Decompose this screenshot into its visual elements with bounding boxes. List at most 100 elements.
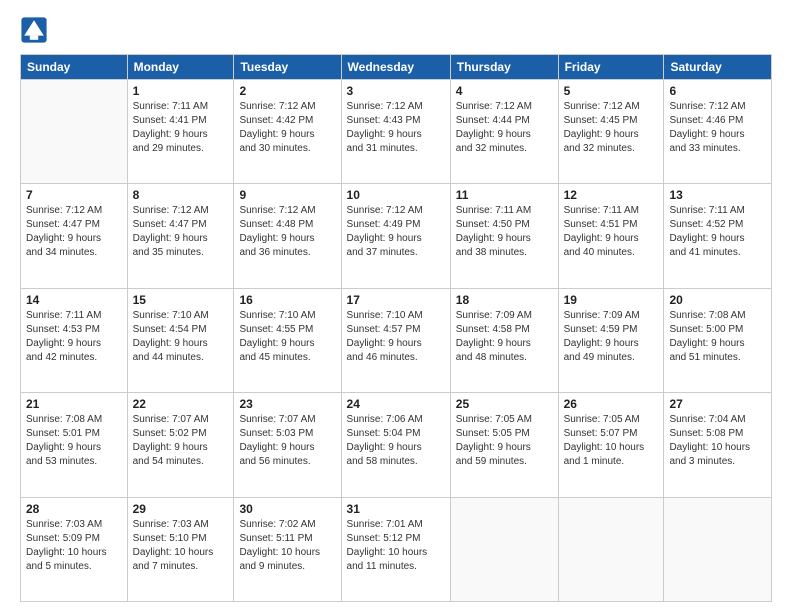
calendar-cell <box>450 497 558 601</box>
calendar-table: SundayMondayTuesdayWednesdayThursdayFrid… <box>20 54 772 602</box>
calendar-cell: 18 Sunrise: 7:09 AM Sunset: 4:58 PM Dayli… <box>450 288 558 392</box>
calendar-cell: 6 Sunrise: 7:12 AM Sunset: 4:46 PM Daylig… <box>664 80 772 184</box>
calendar-cell: 20 Sunrise: 7:08 AM Sunset: 5:00 PM Dayli… <box>664 288 772 392</box>
cell-info-text: Sunrise: 7:11 AM Sunset: 4:51 PM Dayligh… <box>564 204 659 260</box>
cell-info-text: Sunrise: 7:12 AM Sunset: 4:47 PM Dayligh… <box>26 204 122 260</box>
cell-info-text: Sunrise: 7:03 AM Sunset: 5:10 PM Dayligh… <box>133 518 229 574</box>
calendar-cell: 8 Sunrise: 7:12 AM Sunset: 4:47 PM Daylig… <box>127 184 234 288</box>
cell-info-text: Sunrise: 7:11 AM Sunset: 4:53 PM Dayligh… <box>26 309 122 365</box>
cell-day-number: 21 <box>26 397 122 411</box>
cell-day-number: 12 <box>564 188 659 202</box>
cell-info-text: Sunrise: 7:05 AM Sunset: 5:05 PM Dayligh… <box>456 413 553 469</box>
cell-day-number: 8 <box>133 188 229 202</box>
calendar-cell: 23 Sunrise: 7:07 AM Sunset: 5:03 PM Dayli… <box>234 393 341 497</box>
weekday-header-friday: Friday <box>558 55 664 80</box>
cell-day-number: 20 <box>669 293 766 307</box>
cell-info-text: Sunrise: 7:01 AM Sunset: 5:12 PM Dayligh… <box>347 518 445 574</box>
cell-info-text: Sunrise: 7:07 AM Sunset: 5:03 PM Dayligh… <box>239 413 335 469</box>
calendar-row-2: 14 Sunrise: 7:11 AM Sunset: 4:53 PM Dayli… <box>21 288 772 392</box>
calendar-cell: 13Sunrise: 7:11 AM Sunset: 4:52 PM Dayli… <box>664 184 772 288</box>
cell-info-text: Sunrise: 7:12 AM Sunset: 4:42 PM Dayligh… <box>239 100 335 156</box>
cell-day-number: 27 <box>669 397 766 411</box>
cell-info-text: Sunrise: 7:10 AM Sunset: 4:55 PM Dayligh… <box>239 309 335 365</box>
logo <box>20 16 54 44</box>
cell-info-text: Sunrise: 7:12 AM Sunset: 4:43 PM Dayligh… <box>347 100 445 156</box>
calendar-cell: 16 Sunrise: 7:10 AM Sunset: 4:55 PM Dayli… <box>234 288 341 392</box>
calendar-cell: 9 Sunrise: 7:12 AM Sunset: 4:48 PM Daylig… <box>234 184 341 288</box>
cell-day-number: 23 <box>239 397 335 411</box>
calendar-cell: 27 Sunrise: 7:04 AM Sunset: 5:08 PM Dayli… <box>664 393 772 497</box>
calendar-cell: 22Sunrise: 7:07 AM Sunset: 5:02 PM Dayli… <box>127 393 234 497</box>
cell-day-number: 24 <box>347 397 445 411</box>
calendar-cell: 1 Sunrise: 7:11 AM Sunset: 4:41 PM Daylig… <box>127 80 234 184</box>
cell-day-number: 13 <box>669 188 766 202</box>
cell-info-text: Sunrise: 7:04 AM Sunset: 5:08 PM Dayligh… <box>669 413 766 469</box>
calendar-row-4: 28Sunrise: 7:03 AM Sunset: 5:09 PM Dayli… <box>21 497 772 601</box>
cell-info-text: Sunrise: 7:09 AM Sunset: 4:58 PM Dayligh… <box>456 309 553 365</box>
cell-info-text: Sunrise: 7:12 AM Sunset: 4:47 PM Dayligh… <box>133 204 229 260</box>
cell-day-number: 30 <box>239 502 335 516</box>
cell-day-number: 26 <box>564 397 659 411</box>
calendar-cell: 24 Sunrise: 7:06 AM Sunset: 5:04 PM Dayli… <box>341 393 450 497</box>
calendar-cell: 31 Sunrise: 7:01 AM Sunset: 5:12 PM Dayli… <box>341 497 450 601</box>
cell-info-text: Sunrise: 7:08 AM Sunset: 5:00 PM Dayligh… <box>669 309 766 365</box>
cell-info-text: Sunrise: 7:12 AM Sunset: 4:49 PM Dayligh… <box>347 204 445 260</box>
cell-day-number: 2 <box>239 84 335 98</box>
cell-day-number: 31 <box>347 502 445 516</box>
cell-info-text: Sunrise: 7:12 AM Sunset: 4:46 PM Dayligh… <box>669 100 766 156</box>
cell-info-text: Sunrise: 7:02 AM Sunset: 5:11 PM Dayligh… <box>239 518 335 574</box>
cell-day-number: 17 <box>347 293 445 307</box>
calendar-cell: 29 Sunrise: 7:03 AM Sunset: 5:10 PM Dayli… <box>127 497 234 601</box>
logo-icon <box>20 16 48 44</box>
weekday-header-saturday: Saturday <box>664 55 772 80</box>
cell-info-text: Sunrise: 7:11 AM Sunset: 4:41 PM Dayligh… <box>133 100 229 156</box>
cell-day-number: 6 <box>669 84 766 98</box>
calendar-row-0: 1 Sunrise: 7:11 AM Sunset: 4:41 PM Daylig… <box>21 80 772 184</box>
cell-day-number: 14 <box>26 293 122 307</box>
cell-day-number: 1 <box>133 84 229 98</box>
cell-day-number: 18 <box>456 293 553 307</box>
weekday-header-tuesday: Tuesday <box>234 55 341 80</box>
cell-day-number: 10 <box>347 188 445 202</box>
cell-day-number: 11 <box>456 188 553 202</box>
weekday-header-monday: Monday <box>127 55 234 80</box>
cell-day-number: 29 <box>133 502 229 516</box>
weekday-header-wednesday: Wednesday <box>341 55 450 80</box>
cell-info-text: Sunrise: 7:08 AM Sunset: 5:01 PM Dayligh… <box>26 413 122 469</box>
cell-info-text: Sunrise: 7:07 AM Sunset: 5:02 PM Dayligh… <box>133 413 229 469</box>
calendar-cell: 3 Sunrise: 7:12 AM Sunset: 4:43 PM Daylig… <box>341 80 450 184</box>
calendar-cell: 19Sunrise: 7:09 AM Sunset: 4:59 PM Dayli… <box>558 288 664 392</box>
cell-day-number: 16 <box>239 293 335 307</box>
calendar-row-1: 7 Sunrise: 7:12 AM Sunset: 4:47 PM Daylig… <box>21 184 772 288</box>
calendar-cell: 12 Sunrise: 7:11 AM Sunset: 4:51 PM Dayli… <box>558 184 664 288</box>
calendar-cell: 7 Sunrise: 7:12 AM Sunset: 4:47 PM Daylig… <box>21 184 128 288</box>
cell-info-text: Sunrise: 7:06 AM Sunset: 5:04 PM Dayligh… <box>347 413 445 469</box>
cell-info-text: Sunrise: 7:12 AM Sunset: 4:45 PM Dayligh… <box>564 100 659 156</box>
cell-day-number: 9 <box>239 188 335 202</box>
cell-day-number: 15 <box>133 293 229 307</box>
cell-info-text: Sunrise: 7:12 AM Sunset: 4:44 PM Dayligh… <box>456 100 553 156</box>
calendar-cell: 4Sunrise: 7:12 AM Sunset: 4:44 PM Daylig… <box>450 80 558 184</box>
calendar-row-3: 21 Sunrise: 7:08 AM Sunset: 5:01 PM Dayli… <box>21 393 772 497</box>
calendar-cell: 30 Sunrise: 7:02 AM Sunset: 5:11 PM Dayli… <box>234 497 341 601</box>
calendar-cell: 28Sunrise: 7:03 AM Sunset: 5:09 PM Dayli… <box>21 497 128 601</box>
cell-info-text: Sunrise: 7:11 AM Sunset: 4:50 PM Dayligh… <box>456 204 553 260</box>
cell-info-text: Sunrise: 7:12 AM Sunset: 4:48 PM Dayligh… <box>239 204 335 260</box>
calendar-cell: 21 Sunrise: 7:08 AM Sunset: 5:01 PM Dayli… <box>21 393 128 497</box>
calendar-cell: 10 Sunrise: 7:12 AM Sunset: 4:49 PM Dayli… <box>341 184 450 288</box>
weekday-header-thursday: Thursday <box>450 55 558 80</box>
calendar-cell <box>664 497 772 601</box>
cell-info-text: Sunrise: 7:10 AM Sunset: 4:54 PM Dayligh… <box>133 309 229 365</box>
cell-day-number: 7 <box>26 188 122 202</box>
cell-day-number: 5 <box>564 84 659 98</box>
calendar-cell: 26Sunrise: 7:05 AM Sunset: 5:07 PM Dayli… <box>558 393 664 497</box>
weekday-header-sunday: Sunday <box>21 55 128 80</box>
cell-day-number: 28 <box>26 502 122 516</box>
calendar-cell: 5 Sunrise: 7:12 AM Sunset: 4:45 PM Daylig… <box>558 80 664 184</box>
cell-day-number: 19 <box>564 293 659 307</box>
cell-day-number: 3 <box>347 84 445 98</box>
cell-info-text: Sunrise: 7:10 AM Sunset: 4:57 PM Dayligh… <box>347 309 445 365</box>
weekday-header-row: SundayMondayTuesdayWednesdayThursdayFrid… <box>21 55 772 80</box>
calendar-cell <box>21 80 128 184</box>
calendar-cell: 25Sunrise: 7:05 AM Sunset: 5:05 PM Dayli… <box>450 393 558 497</box>
